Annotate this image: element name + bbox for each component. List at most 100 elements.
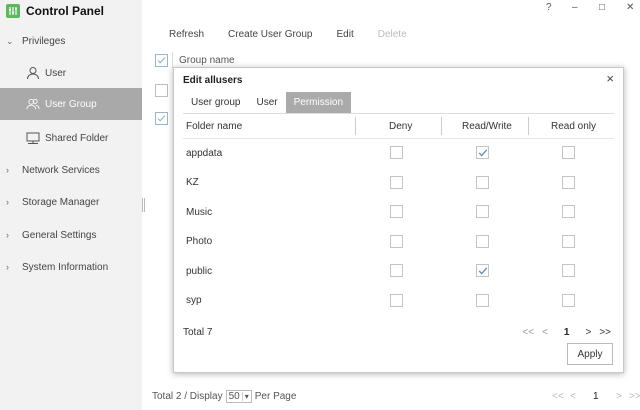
dialog-title: Edit allusers — [183, 75, 243, 86]
sidebar-item-general-settings[interactable]: › General Settings — [0, 227, 142, 243]
minimize-button[interactable]: – — [572, 0, 578, 14]
folder-name: appdata — [186, 147, 223, 159]
table-row[interactable] — [155, 80, 168, 100]
last-page-button[interactable]: >> — [599, 327, 611, 338]
tab-user[interactable]: User — [248, 92, 285, 113]
select-all-checkbox[interactable] — [155, 53, 168, 67]
sidebar-item-label: System Information — [22, 261, 109, 273]
chevron-down-icon: ⌄ — [6, 35, 14, 46]
read-write-checkbox[interactable] — [476, 293, 489, 307]
shared-folder-icon — [26, 131, 40, 145]
sidebar-item-shared-folder[interactable]: Shared Folder — [0, 128, 142, 148]
sidebar-item-user-group[interactable]: User Group — [0, 88, 142, 120]
read-only-checkbox[interactable] — [562, 264, 575, 277]
divider — [355, 117, 356, 135]
close-window-button[interactable]: ✕ — [626, 0, 634, 14]
prev-page-button[interactable]: < — [542, 327, 548, 338]
toolbar: Refresh Create User Group Edit Delete — [145, 24, 640, 44]
help-button[interactable]: ? — [546, 0, 552, 14]
divider — [183, 138, 614, 139]
read-write-checkbox[interactable] — [476, 234, 489, 248]
next-page-button[interactable]: > — [585, 327, 591, 338]
app-title: Control Panel — [26, 4, 105, 18]
folder-name-header: Folder name — [186, 120, 243, 132]
tab-user-group[interactable]: User group — [183, 92, 248, 113]
read-only-checkbox[interactable] — [562, 234, 575, 248]
divider — [441, 117, 442, 135]
per-page-value: 50 — [228, 390, 240, 402]
table-footer: Total 2 / Display 50 ▾ Per Page << < 1 >… — [152, 388, 640, 404]
tab-permission[interactable]: Permission — [285, 92, 352, 113]
current-page: 1 — [593, 390, 599, 402]
row-checkbox[interactable] — [155, 83, 168, 97]
row-checkbox[interactable] — [155, 111, 168, 125]
refresh-button[interactable]: Refresh — [169, 29, 204, 40]
read-write-checkbox[interactable] — [476, 175, 489, 189]
read-write-checkbox[interactable] — [476, 205, 489, 218]
deny-header: Deny — [389, 120, 413, 132]
folder-name: Photo — [186, 236, 213, 247]
create-user-group-button[interactable]: Create User Group — [228, 29, 312, 40]
read-write-checkbox[interactable] — [476, 264, 489, 277]
read-only-checkbox[interactable] — [562, 205, 575, 218]
sidebar-item-label: User Group — [45, 98, 97, 110]
sidebar-item-user[interactable]: User — [0, 63, 142, 83]
delete-button[interactable]: Delete — [378, 29, 407, 40]
divider — [528, 117, 529, 135]
deny-checkbox[interactable] — [390, 146, 403, 159]
read-only-header: Read only — [551, 120, 597, 132]
total-label: Total 7 — [183, 327, 213, 338]
total-display-label: Total 2 / Display — [152, 390, 223, 402]
folder-name: public — [186, 265, 213, 277]
deny-checkbox[interactable] — [390, 205, 403, 218]
sidebar-item-label: General Settings — [22, 229, 97, 241]
group-name-header: Group name — [172, 52, 235, 68]
sidebar-item-network-services[interactable]: › Network Services — [0, 162, 142, 178]
chevron-right-icon: › — [6, 165, 9, 175]
app-header: Control Panel — [0, 0, 142, 22]
prev-page-button[interactable]: < — [570, 391, 576, 402]
deny-checkbox[interactable] — [390, 293, 403, 307]
apply-button[interactable]: Apply — [567, 343, 613, 365]
sidebar-item-system-information[interactable]: › System Information — [0, 259, 142, 275]
last-page-button[interactable]: >> — [629, 391, 640, 402]
deny-checkbox[interactable] — [390, 175, 403, 189]
first-page-button[interactable]: << — [522, 327, 534, 338]
close-icon[interactable]: × — [606, 71, 614, 86]
sidebar-item-label: Network Services — [22, 164, 100, 176]
chevron-down-icon: ▾ — [241, 391, 249, 401]
per-page-select[interactable]: 50 ▾ — [225, 389, 252, 403]
sidebar-item-label: Privileges — [22, 35, 66, 47]
edit-group-dialog: Edit allusers × User group User Permissi… — [173, 67, 624, 373]
read-only-checkbox[interactable] — [562, 146, 575, 159]
sidebar-item-label: Shared Folder — [45, 132, 109, 144]
table-row[interactable] — [155, 108, 168, 128]
sidebar-item-label: Storage Manager — [22, 196, 100, 208]
folder-name: syp — [186, 295, 202, 306]
sidebar-resize-handle[interactable] — [142, 198, 145, 212]
chevron-right-icon: › — [6, 230, 9, 240]
divider — [183, 113, 614, 114]
chevron-right-icon: › — [6, 197, 9, 207]
chevron-right-icon: › — [6, 262, 9, 272]
control-panel-logo-icon — [6, 4, 20, 18]
sidebar-item-label: User — [45, 67, 67, 79]
current-page: 1 — [563, 327, 570, 338]
read-write-header: Read/Write — [462, 120, 512, 132]
dialog-tabs: User group User Permission — [183, 92, 352, 113]
deny-checkbox[interactable] — [390, 264, 403, 277]
per-page-label: Per Page — [254, 390, 297, 402]
edit-button[interactable]: Edit — [337, 29, 354, 40]
read-only-checkbox[interactable] — [562, 175, 575, 189]
next-page-button[interactable]: > — [616, 391, 622, 402]
sidebar-item-storage-manager[interactable]: › Storage Manager — [0, 194, 142, 210]
user-icon — [26, 66, 40, 80]
maximize-button[interactable]: □ — [599, 0, 605, 14]
folder-name: KZ — [186, 177, 199, 188]
deny-checkbox[interactable] — [390, 234, 403, 248]
first-page-button[interactable]: << — [552, 391, 564, 402]
read-write-checkbox[interactable] — [476, 146, 489, 159]
sidebar: Control Panel ⌄ Privileges User User Gro… — [0, 0, 142, 410]
read-only-checkbox[interactable] — [562, 293, 575, 307]
sidebar-item-privileges[interactable]: ⌄ Privileges — [0, 32, 142, 50]
